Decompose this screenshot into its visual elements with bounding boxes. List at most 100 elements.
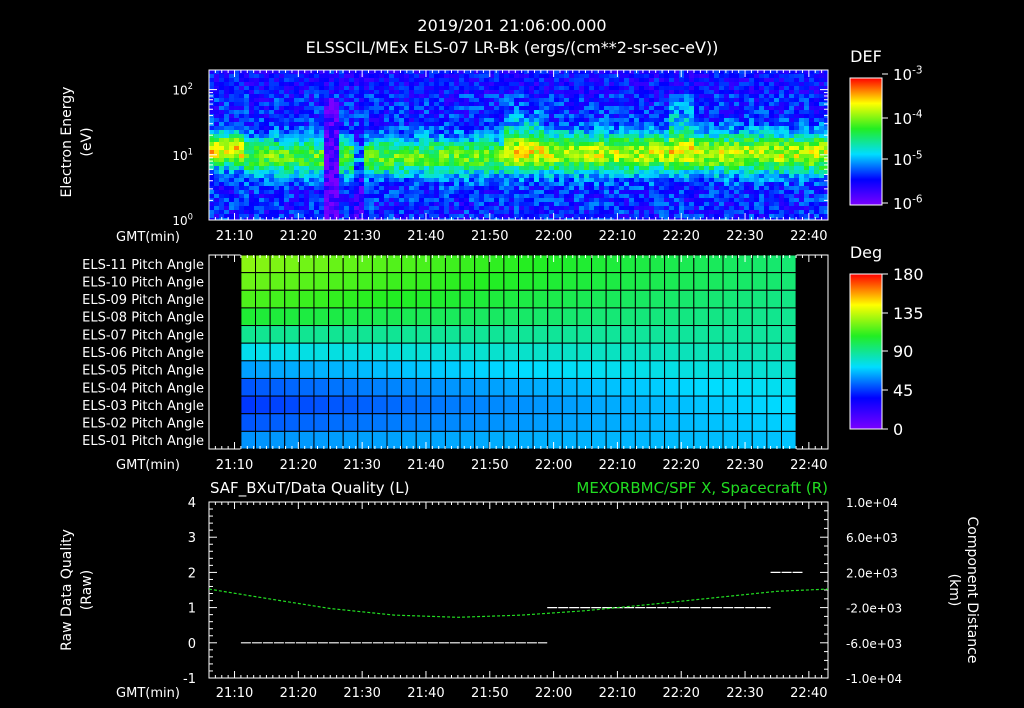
- spectrogram-cell: [634, 170, 639, 174]
- spectrogram-cell: [544, 158, 549, 162]
- spectrogram-cell: [684, 158, 689, 162]
- spectrogram-cell: [599, 142, 604, 146]
- spectrogram-cell: [534, 78, 539, 82]
- spectrogram-cell: [554, 210, 559, 214]
- spectrogram-cell: [669, 138, 674, 142]
- spectrogram-cell: [254, 130, 259, 134]
- spectrogram-cell: [299, 170, 304, 174]
- spectrogram-cell: [779, 146, 784, 150]
- spectrogram-cell: [349, 142, 354, 146]
- spectrogram-cell: [439, 146, 444, 150]
- pitch-angle-cell: [474, 342, 490, 362]
- spectrogram-cell: [709, 94, 714, 98]
- spectrogram-cell: [444, 134, 449, 138]
- spectrogram-cell: [809, 150, 814, 154]
- spectrogram-cell: [444, 170, 449, 174]
- spectrogram-cell: [814, 122, 819, 126]
- spectrogram-cell: [499, 130, 504, 134]
- spectrogram-cell: [274, 194, 279, 198]
- spectrogram-cell: [284, 126, 289, 130]
- spectrogram-cell: [504, 78, 509, 82]
- spectrogram-cell: [324, 90, 329, 94]
- spectrogram-cell: [329, 102, 334, 106]
- spectrogram-cell: [354, 202, 359, 206]
- spectrogram-cell: [799, 106, 804, 110]
- spectrogram-cell: [679, 118, 684, 122]
- spectrogram-cell: [504, 174, 509, 178]
- spectrogram-cell: [309, 122, 314, 126]
- spectrogram-cell: [554, 198, 559, 202]
- pitch-angle-cell: [284, 272, 300, 291]
- spectrogram-cell: [804, 214, 809, 218]
- spectrogram-cell: [729, 130, 734, 134]
- spectrogram-cell: [444, 94, 449, 98]
- spectrogram-cell: [294, 162, 299, 166]
- spectrogram-cell: [524, 130, 529, 134]
- spectrogram-cell: [544, 186, 549, 190]
- spectrogram-cell: [554, 130, 559, 134]
- spectrogram-cell: [264, 102, 269, 106]
- spectrogram-cell: [584, 146, 589, 150]
- spectrogram-cell: [294, 170, 299, 174]
- spectrogram-cell: [334, 134, 339, 138]
- spectrogram-cell: [794, 206, 799, 210]
- spectrogram-cell: [614, 174, 619, 178]
- spectrogram-cell: [314, 82, 319, 86]
- spectrogram-cell: [794, 74, 799, 78]
- spectrogram-cell: [644, 114, 649, 118]
- spectrogram-cell: [714, 138, 719, 142]
- spectrogram-cell: [594, 74, 599, 78]
- spectrogram-cell: [339, 194, 344, 198]
- pitch-angle-cell: [737, 325, 753, 344]
- spectrogram-cell: [574, 154, 579, 158]
- spectrogram-cell: [354, 178, 359, 182]
- spectrogram-cell: [404, 150, 409, 154]
- spectrogram-cell: [414, 130, 419, 134]
- spectrogram-cell: [604, 114, 609, 118]
- spectrogram-cell: [294, 174, 299, 178]
- spectrogram-cell: [684, 110, 689, 114]
- spectrogram-cell: [299, 98, 304, 102]
- spectrogram-cell: [804, 130, 809, 134]
- spectrogram-cell: [244, 138, 249, 142]
- spectrogram-cell: [304, 190, 309, 194]
- spectrogram-cell: [659, 86, 664, 90]
- spectrogram-cell: [704, 158, 709, 162]
- spectrogram-cell: [334, 186, 339, 190]
- spectrogram-cell: [739, 174, 744, 178]
- spectrogram-cell: [594, 126, 599, 130]
- spectrogram-cell: [689, 122, 694, 126]
- spectrogram-cell: [819, 174, 824, 178]
- spectrogram-cell: [604, 162, 609, 166]
- spectrogram-cell: [704, 106, 709, 110]
- spectrogram-cell: [584, 126, 589, 130]
- pitch-angle-cell: [547, 325, 563, 344]
- spectrogram-cell: [234, 102, 239, 106]
- pitch-angle-cell: [430, 289, 446, 309]
- spectrogram-cell: [809, 82, 814, 86]
- spectrogram-cell: [624, 214, 629, 218]
- spectrogram-cell: [639, 150, 644, 154]
- spectrogram-cell: [334, 74, 339, 78]
- spectrogram-cell: [219, 174, 224, 178]
- spectrogram-cell: [459, 214, 464, 218]
- spectrogram-cell: [719, 150, 724, 154]
- spectrogram-cell: [799, 78, 804, 82]
- spectrogram-cell: [314, 134, 319, 138]
- spectrogram-cell: [784, 142, 789, 146]
- spectrogram-cell: [234, 134, 239, 138]
- spectrogram-cell: [424, 126, 429, 130]
- spectrogram-cell: [409, 182, 414, 186]
- spectrogram-cell: [779, 206, 784, 210]
- spectrogram-cell: [409, 74, 414, 78]
- spectrogram-cell: [629, 114, 634, 118]
- pitch-angle-cell: [649, 272, 666, 291]
- spectrogram-cell: [804, 142, 809, 146]
- spectrogram-cell: [759, 214, 764, 218]
- spectrogram-cell: [539, 94, 544, 98]
- spectrogram-cell: [744, 114, 749, 118]
- spectrogram-cell: [694, 182, 699, 186]
- spectrogram-cell: [779, 142, 784, 146]
- spectrogram-cell: [804, 126, 809, 130]
- spectrogram-cell: [454, 102, 459, 106]
